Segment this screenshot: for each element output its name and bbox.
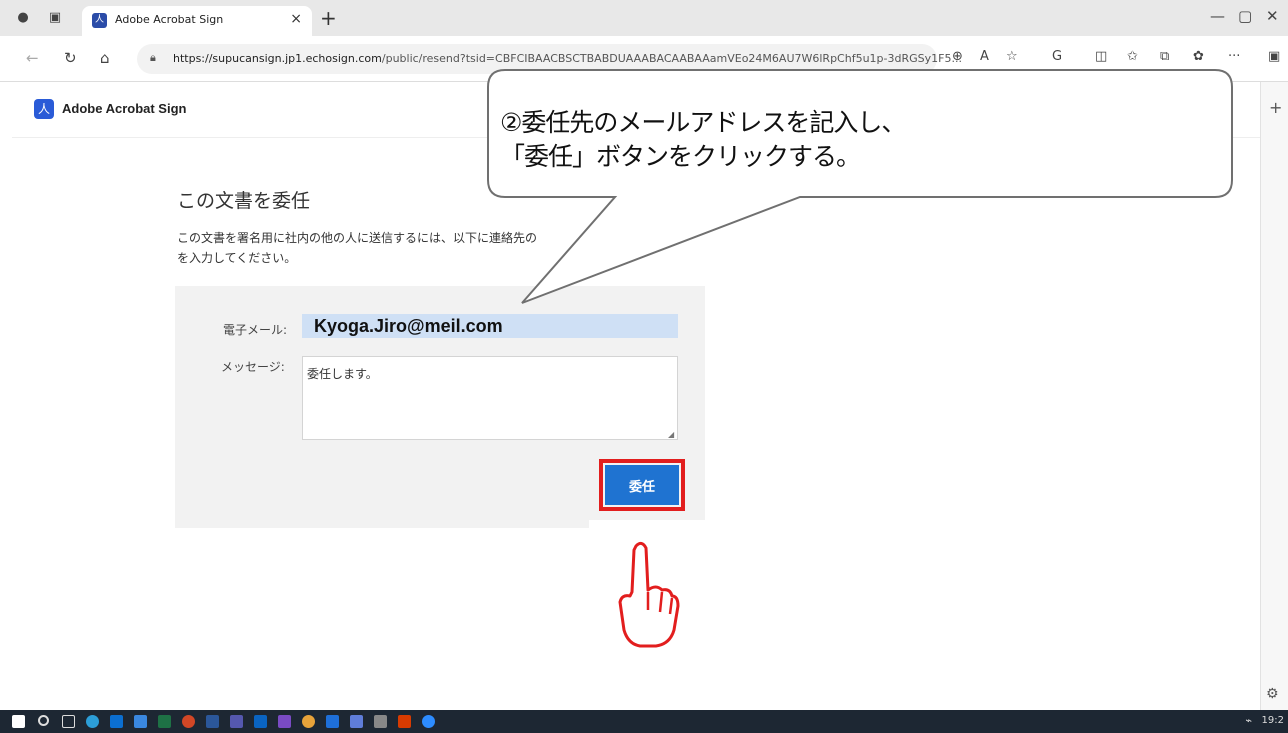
lock-icon: 🔒︎ <box>150 51 156 64</box>
browser-tab-bar: ● ▣ 人 Adobe Acrobat Sign × + — ▢ ✕ <box>0 0 1288 36</box>
more-menu-icon[interactable]: ··· <box>1228 49 1240 64</box>
delegate-form: 電子メール: メッセージ: 委任します。 ◢ 委任 <box>175 286 705 528</box>
highlight-box: 委任 <box>599 459 685 511</box>
app-icon-2[interactable] <box>278 715 291 728</box>
new-tab-button[interactable]: + <box>320 6 337 30</box>
page-description: この文書を署名用に社内の他の人に送信するには、以下に連絡先の を入力してください… <box>177 228 637 268</box>
sidebar-toggle-icon[interactable]: ▣ <box>1268 49 1280 64</box>
delegate-button[interactable]: 委任 <box>605 465 679 505</box>
address-bar-row: ← ↻ ⌂ 🔒︎ https://supucansign.jp1.echosig… <box>0 36 1288 82</box>
maximize-button[interactable]: ▢ <box>1238 7 1252 25</box>
star-icon[interactable]: ☆ <box>1006 49 1018 64</box>
outlook-icon[interactable] <box>254 715 267 728</box>
app-name: Adobe Acrobat Sign <box>62 101 187 116</box>
callout-line-2: 「委任」ボタンをクリックする。 <box>500 142 861 171</box>
browser-tab[interactable]: 人 Adobe Acrobat Sign × <box>82 6 312 36</box>
acrobat-logo-icon: 人 <box>34 99 54 119</box>
message-field[interactable]: 委任します。 <box>302 356 678 440</box>
tab-actions-icon[interactable]: ▣ <box>46 9 64 27</box>
collections-icon[interactable]: ⧉ <box>1160 49 1169 64</box>
resize-handle-icon[interactable]: ◢ <box>668 430 674 439</box>
settings-gear-icon[interactable]: ⚙ <box>1266 686 1279 702</box>
store-icon[interactable] <box>134 715 147 728</box>
url-text: https://supucansign.jp1.echosign.com/pub… <box>173 52 962 65</box>
favorites-icon[interactable]: ✩ <box>1127 49 1138 64</box>
app-icon-3[interactable] <box>326 715 339 728</box>
description-line-1: この文書を署名用に社内の他の人に送信するには、以下に連絡先の <box>177 231 538 245</box>
excel-icon[interactable] <box>158 715 171 728</box>
network-icon[interactable]: ⌁ <box>1245 714 1252 727</box>
zoom-app-icon[interactable] <box>422 715 435 728</box>
email-field[interactable] <box>302 314 678 338</box>
extensions-icon[interactable]: ✿ <box>1193 49 1204 64</box>
message-label: メッセージ: <box>221 360 285 374</box>
url-bar[interactable]: 🔒︎ https://supucansign.jp1.echosign.com/… <box>137 44 962 74</box>
teams-icon[interactable] <box>230 715 243 728</box>
minimize-button[interactable]: — <box>1210 7 1225 25</box>
windows-taskbar: ⌁ 19:2 <box>0 710 1288 733</box>
email-label: 電子メール: <box>223 323 288 337</box>
close-window-button[interactable]: ✕ <box>1266 7 1279 25</box>
app-icon-4[interactable] <box>350 715 363 728</box>
start-icon[interactable] <box>12 715 25 728</box>
clock[interactable]: 19:2 <box>1262 715 1284 726</box>
search-icon[interactable] <box>38 715 49 726</box>
back-arrow-icon[interactable]: ← <box>26 49 39 67</box>
copilot-icon[interactable]: G <box>1052 49 1062 64</box>
callout-text: ②委任先のメールアドレスを記入し、 「委任」ボタンをクリックする。 <box>500 106 906 174</box>
chrome-icon[interactable] <box>302 715 315 728</box>
sidebar-add-icon[interactable]: + <box>1269 98 1282 117</box>
word-icon[interactable] <box>206 715 219 728</box>
app-icon-5[interactable] <box>374 715 387 728</box>
task-view-icon[interactable] <box>62 715 75 728</box>
browser-sidebar: + ⚙ <box>1260 82 1288 710</box>
split-screen-icon[interactable]: ◫ <box>1095 49 1107 64</box>
tab-title: Adobe Acrobat Sign <box>115 13 224 26</box>
profile-icon[interactable]: ● <box>14 9 32 27</box>
pointing-hand-icon <box>618 541 680 648</box>
read-aloud-icon[interactable]: A <box>980 49 989 64</box>
onedrive-icon[interactable] <box>110 715 123 728</box>
acrobat-favicon-icon: 人 <box>92 13 107 28</box>
callout-line-1: ②委任先のメールアドレスを記入し、 <box>500 108 906 137</box>
office-icon[interactable] <box>398 715 411 728</box>
home-icon[interactable]: ⌂ <box>100 49 110 67</box>
refresh-icon[interactable]: ↻ <box>64 49 77 67</box>
zoom-icon[interactable]: ⊕ <box>952 49 963 64</box>
tab-close-icon[interactable]: × <box>290 11 302 27</box>
edge-icon[interactable] <box>86 715 99 728</box>
page-title: この文書を委任 <box>177 190 311 212</box>
app-icon-1[interactable] <box>182 715 195 728</box>
description-line-2: を入力してください。 <box>177 251 297 265</box>
form-notch <box>589 520 705 528</box>
